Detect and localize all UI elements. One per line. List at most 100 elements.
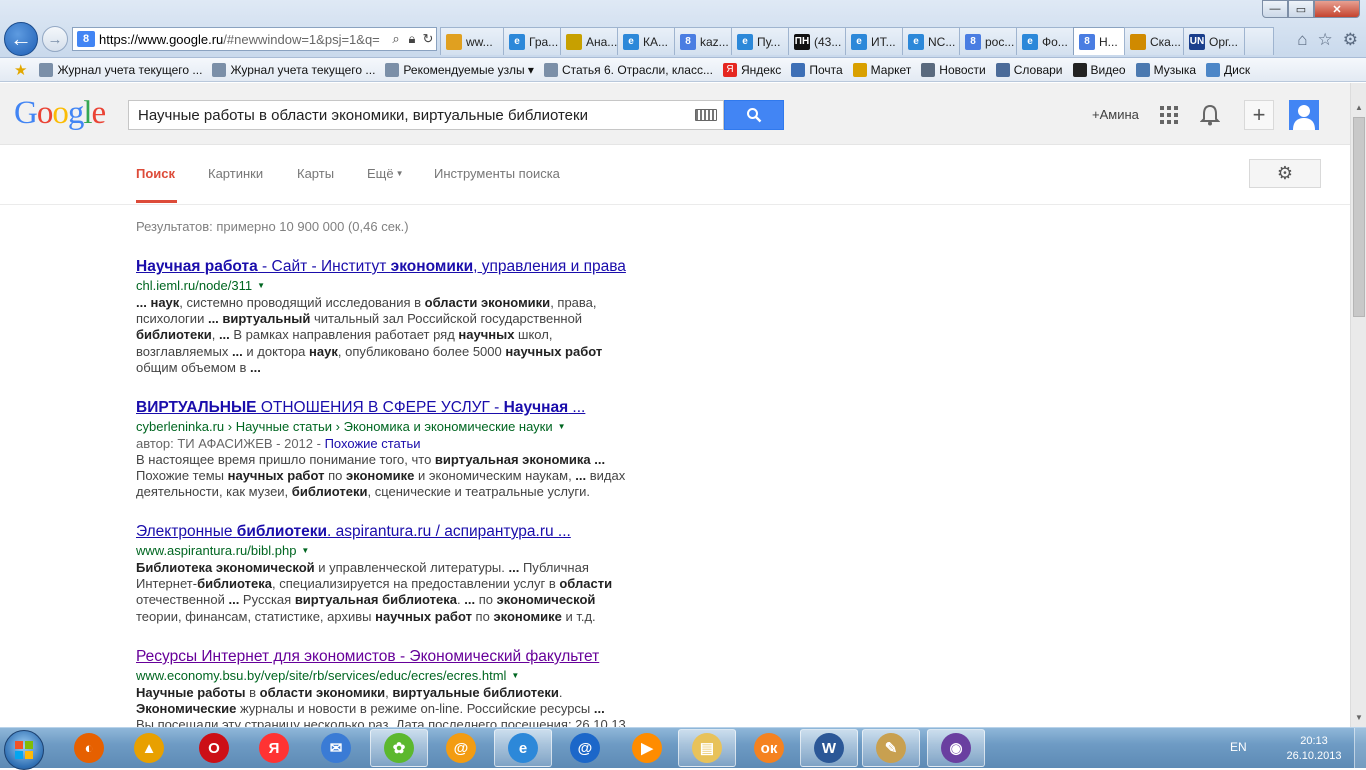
maximize-button[interactable]: ▭ [1288, 0, 1314, 18]
browser-tab[interactable]: eГра... [503, 27, 561, 55]
address-bar[interactable]: 8 https://www.google.ru/#newwindow=1&psj… [72, 27, 437, 51]
taskbar-app-mail-agent[interactable]: @ [432, 729, 490, 767]
windows-taskbar: ◐▲OЯ✉✿@e@▶▤окW✎◉ EN 20:13 26.10.2013 [0, 727, 1366, 768]
lock-icon[interactable]: 🔒︎ [404, 31, 420, 47]
taskbar-app-opera[interactable]: O [185, 729, 243, 767]
browser-tab[interactable]: 8kaz... [674, 27, 732, 55]
close-window-button[interactable]: ✕ [1314, 0, 1360, 18]
result-title-link[interactable]: Ресурсы Интернет для экономистов - Эконо… [136, 647, 656, 667]
chevron-down-icon[interactable]: ▼ [511, 671, 519, 680]
tab-images[interactable]: Картинки [208, 166, 263, 181]
browser-tab[interactable]: eПу... [731, 27, 789, 55]
result-title-link[interactable]: ВИРТУАЛЬНЫЕ ОТНОШЕНИЯ В СФЕРЕ УСЛУГ - На… [136, 398, 656, 418]
tab-search[interactable]: Поиск [136, 166, 175, 181]
taskbar-app-mail-ru-agent[interactable]: @ [556, 729, 614, 767]
avatar[interactable] [1289, 100, 1319, 130]
taskbar-app-messenger[interactable]: ✎ [862, 729, 920, 767]
browser-tab[interactable]: Ана... [560, 27, 618, 55]
snippet-line: возглавляемых ... и доктора наук, опубли… [136, 344, 656, 360]
favorite-link[interactable]: ЯЯндекс [723, 63, 781, 77]
home-icon[interactable]: ⌂ [1297, 30, 1307, 50]
favorite-label: Словари [1014, 63, 1063, 77]
taskbar-app-internet-explorer[interactable]: e [494, 729, 552, 767]
taskbar-app-skype-like[interactable]: ◉ [927, 729, 985, 767]
clock[interactable]: 20:13 26.10.2013 [1284, 734, 1344, 764]
favorite-link[interactable]: Журнал учета текущего ... [212, 63, 375, 77]
scroll-up-icon[interactable]: ▲ [1351, 99, 1366, 115]
scrollbar-thumb[interactable] [1353, 117, 1365, 317]
favorite-link[interactable]: Диск [1206, 63, 1250, 77]
favorite-link[interactable]: Почта [791, 63, 842, 77]
browser-tab[interactable]: eФо... [1016, 27, 1074, 55]
forward-button[interactable]: → [42, 26, 68, 52]
scrollbar[interactable]: ▲ ▼ [1350, 83, 1366, 727]
taskbar-app-media-player[interactable]: ▶ [618, 729, 676, 767]
taskbar-app-icq[interactable]: ✿ [370, 729, 428, 767]
browser-tab[interactable]: ww... [440, 27, 504, 55]
browser-tab[interactable]: ПН(43... [788, 27, 846, 55]
minimize-button[interactable]: — [1262, 0, 1288, 18]
similar-articles-link[interactable]: Похожие статьи [325, 436, 421, 451]
address-url[interactable]: https://www.google.ru/#newwindow=1&psj=1… [99, 32, 388, 47]
apps-grid-icon[interactable] [1160, 106, 1178, 124]
google-plus-user-link[interactable]: +Амина [1092, 107, 1139, 122]
taskbar-app-firefox[interactable]: ◐ [60, 729, 118, 767]
tab-search-tools[interactable]: Инструменты поиска [434, 166, 560, 181]
favorites-star-icon[interactable]: ☆ [1318, 30, 1333, 50]
highlighted-text: наук [309, 344, 338, 359]
share-plus-button[interactable]: + [1244, 100, 1274, 130]
notifications-bell-icon[interactable] [1200, 104, 1220, 129]
plus-icon: + [1253, 102, 1266, 128]
taskbar-app-aimp[interactable]: ▲ [120, 729, 178, 767]
chevron-down-icon[interactable]: ▼ [301, 546, 309, 555]
show-desktop-button[interactable] [1354, 728, 1366, 769]
favorite-link[interactable]: Журнал учета текущего ... [39, 63, 202, 77]
search-input[interactable]: Научные работы в области экономики, вирт… [128, 100, 724, 130]
favorite-link[interactable]: Музыка [1136, 63, 1196, 77]
browser-tab[interactable]: 8рос... [959, 27, 1017, 55]
favorite-link[interactable]: Новости [921, 63, 985, 77]
search-icon[interactable]: ⌕ [388, 31, 404, 47]
favorite-link[interactable]: Рекомендуемые узлы ▾ [385, 63, 534, 77]
favorites-add-icon[interactable]: ★ [14, 61, 27, 79]
taskbar-app-explorer[interactable]: ▤ [678, 729, 736, 767]
chevron-down-icon[interactable]: ▼ [558, 422, 566, 431]
taskbar-app-yandex-browser[interactable]: Я [245, 729, 303, 767]
result-title-link[interactable]: Научная работа - Сайт - Институт экономи… [136, 257, 656, 277]
browser-tab[interactable]: Ска... [1124, 27, 1184, 55]
tab-maps[interactable]: Карты [297, 166, 334, 181]
search-query[interactable]: Научные работы в области экономики, вирт… [138, 107, 695, 124]
refresh-icon[interactable]: ↻ [420, 31, 436, 47]
tab-more[interactable]: Ещё▼ [367, 166, 404, 181]
favorite-link[interactable]: Маркет [853, 63, 912, 77]
search-button[interactable] [724, 100, 784, 130]
chevron-down-icon[interactable]: ▼ [257, 281, 265, 290]
favorite-link[interactable]: Видео [1073, 63, 1126, 77]
favorite-link[interactable]: Статья 6. Отрасли, класс... [544, 63, 713, 77]
language-indicator[interactable]: EN [1230, 740, 1247, 754]
scroll-down-icon[interactable]: ▼ [1351, 709, 1366, 725]
keyboard-icon[interactable] [695, 109, 717, 121]
google-logo[interactable]: Google [14, 95, 105, 132]
snippet-line: Экономические журналы и новости в режиме… [136, 701, 656, 717]
favorite-link[interactable]: Словари [996, 63, 1063, 77]
browser-tab[interactable]: 8Н...✕ [1073, 27, 1125, 55]
browser-tab[interactable]: eNC... [902, 27, 960, 55]
taskbar-app-mail[interactable]: ✉ [307, 729, 365, 767]
text-fragment: школ, [514, 327, 552, 342]
result-title-link[interactable]: Электронные библиотеки. aspirantura.ru /… [136, 522, 656, 542]
gear-icon[interactable]: ⚙ [1343, 30, 1358, 50]
browser-tab-label: Н... [1099, 35, 1118, 49]
logo-letter: o [52, 95, 68, 132]
google-favicon-icon: 8 [77, 31, 95, 47]
back-button[interactable]: ← [4, 22, 38, 56]
browser-tab[interactable]: eИТ... [845, 27, 903, 55]
taskbar-app-odnoklassniki[interactable]: ок [740, 729, 798, 767]
new-tab-button[interactable] [1244, 27, 1274, 55]
browser-tab[interactable]: UNОрг... [1183, 27, 1245, 55]
start-button[interactable] [4, 730, 44, 770]
taskbar-app-word[interactable]: W [800, 729, 858, 767]
browser-tab[interactable]: eКА... [617, 27, 675, 55]
settings-button[interactable]: ⚙ [1249, 159, 1321, 188]
disk-icon [1206, 63, 1220, 77]
